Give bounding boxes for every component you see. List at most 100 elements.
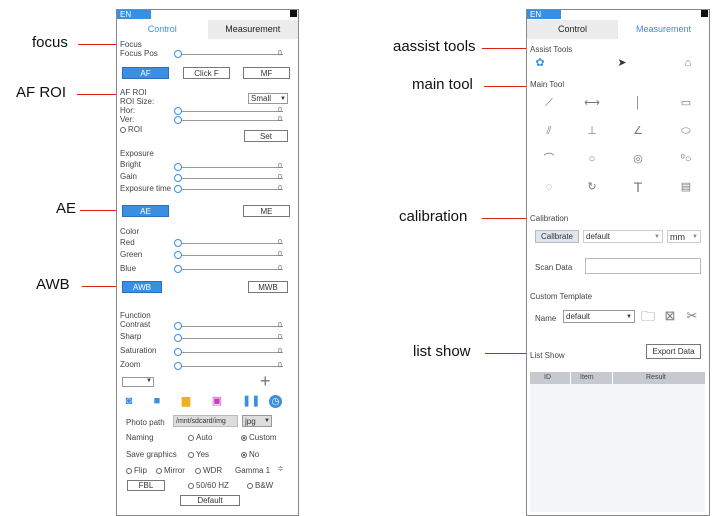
unit-select[interactable]: mm ▼	[667, 230, 701, 243]
mwb-button[interactable]: MWB	[248, 281, 288, 293]
af-button[interactable]: AF	[122, 67, 169, 79]
save-graphics-yes-circle[interactable]	[188, 451, 194, 458]
wdr-radio[interactable]: WDR	[195, 466, 222, 475]
roi-ver-knob[interactable]	[174, 116, 182, 124]
close-icon[interactable]	[290, 10, 297, 17]
gallery-icon[interactable]: ▣	[211, 396, 223, 407]
awb-button[interactable]: AWB	[122, 281, 162, 293]
calibration-select[interactable]: default ▼	[583, 230, 663, 243]
folder-add-icon[interactable]: 🗀	[639, 309, 657, 323]
parallel-icon[interactable]: ⫽	[540, 124, 558, 138]
three-point-icon[interactable]: ◌	[540, 180, 558, 194]
roi-hor-slider[interactable]	[177, 111, 283, 112]
tab-control[interactable]: Control	[117, 20, 208, 39]
sharp-slider[interactable]	[177, 338, 283, 339]
contrast-knob[interactable]	[174, 322, 182, 330]
line-icon[interactable]: ⟋	[540, 96, 558, 110]
polygon-icon[interactable]: ⬭	[677, 124, 695, 138]
save-graphics-yes-radio[interactable]: Yes	[188, 450, 209, 459]
video-icon[interactable]: ■	[151, 396, 163, 407]
flip-radio[interactable]: Flip	[126, 466, 147, 475]
naming-custom-circle[interactable]	[241, 434, 247, 441]
zoom-knob[interactable]	[174, 362, 182, 370]
vline-icon[interactable]: │	[629, 96, 647, 110]
roi-hor-knob[interactable]	[174, 107, 182, 115]
col-item[interactable]: Item	[580, 374, 594, 381]
red-knob[interactable]	[174, 239, 182, 247]
flip-circle[interactable]	[126, 467, 132, 474]
gamma-stepper[interactable]: ≑	[277, 464, 284, 473]
file-delete-icon[interactable]: ⊠	[661, 309, 679, 323]
gain-knob[interactable]	[174, 174, 182, 182]
rect-icon[interactable]: ▭	[677, 96, 695, 110]
roi-size-select[interactable]: Small ▼	[248, 93, 288, 104]
calibrate-button[interactable]: Callbrate	[535, 230, 579, 243]
click-focus-button[interactable]: Click F	[183, 67, 230, 79]
naming-auto-radio[interactable]: Auto	[188, 433, 212, 442]
perpendicular-icon[interactable]: ⊥	[583, 124, 601, 138]
saturation-slider[interactable]	[177, 352, 283, 353]
default-button[interactable]: Default	[180, 495, 240, 506]
bw-radio[interactable]: B&W	[247, 481, 273, 490]
contrast-slider[interactable]	[177, 326, 283, 327]
mirror-radio[interactable]: Mirror	[156, 466, 185, 475]
tools-icon[interactable]: ✂	[683, 309, 701, 323]
export-data-button[interactable]: Export Data	[646, 344, 701, 359]
hz-radio[interactable]: 50/60 HZ	[188, 481, 229, 490]
hline-icon[interactable]: ⟷	[583, 96, 601, 110]
sharp-knob[interactable]	[174, 334, 182, 342]
focus-pos-slider[interactable]	[177, 54, 283, 55]
red-slider[interactable]	[177, 243, 283, 244]
col-result[interactable]: Result	[646, 374, 666, 381]
text-icon[interactable]: T	[629, 180, 647, 194]
camera-icon[interactable]: ◙	[123, 396, 135, 407]
bright-slider[interactable]	[177, 167, 283, 168]
saturation-knob[interactable]	[174, 348, 182, 356]
naming-custom-radio[interactable]: Custom	[241, 433, 277, 442]
photo-path-input[interactable]: /mnt/sdcard/img	[173, 415, 238, 427]
save-graphics-no-circle[interactable]	[241, 451, 247, 458]
pointer-icon[interactable]: ➤	[613, 56, 631, 70]
green-knob[interactable]	[174, 251, 182, 259]
mirror-circle[interactable]	[156, 467, 162, 474]
clock-icon[interactable]: ◷	[269, 395, 282, 408]
eraser-icon[interactable]: ⌂	[679, 56, 697, 70]
pause-icon[interactable]: ❚❚	[242, 396, 260, 407]
fbl-button[interactable]: FBL	[127, 480, 165, 491]
focus-pos-knob[interactable]	[174, 50, 182, 58]
close-icon[interactable]	[701, 10, 708, 17]
roi-radio-circle[interactable]	[120, 126, 126, 133]
col-id[interactable]: ID	[544, 374, 551, 381]
wdr-circle[interactable]	[195, 467, 201, 474]
palette-icon[interactable]: ✿	[531, 56, 549, 70]
angle-icon[interactable]: ∠	[629, 124, 647, 138]
scan-data-input[interactable]	[585, 258, 701, 274]
zoom-slider[interactable]	[177, 366, 283, 367]
mf-button[interactable]: MF	[243, 67, 290, 79]
crosshair-icon[interactable]: +	[260, 372, 271, 390]
language-button[interactable]: EN	[117, 10, 151, 19]
ruler-icon[interactable]: ▤	[677, 180, 695, 194]
exposure-time-slider[interactable]	[177, 189, 283, 190]
me-button[interactable]: ME	[243, 205, 290, 217]
roi-ver-slider[interactable]	[177, 120, 283, 121]
template-name-select[interactable]: default ▼	[563, 310, 635, 323]
folder-icon[interactable]: ▆	[180, 396, 192, 407]
function-select[interactable]: ▼	[122, 377, 154, 387]
blue-knob[interactable]	[174, 265, 182, 273]
photo-format-select[interactable]: jpg ▼	[242, 415, 272, 427]
exposure-time-knob[interactable]	[174, 185, 182, 193]
roi-radio[interactable]: ROI	[120, 125, 142, 134]
tab-measurement[interactable]: Measurement	[618, 20, 709, 39]
concentric-icon[interactable]: ◎	[629, 152, 647, 166]
save-graphics-no-radio[interactable]: No	[241, 450, 259, 459]
hz-circle[interactable]	[188, 482, 194, 489]
gain-slider[interactable]	[177, 178, 283, 179]
bright-knob[interactable]	[174, 163, 182, 171]
tab-measurement[interactable]: Measurement	[207, 20, 298, 39]
roi-set-button[interactable]: Set	[244, 130, 288, 142]
point-circle-icon[interactable]: ⁰○	[677, 152, 695, 166]
ae-button[interactable]: AE	[122, 205, 169, 217]
blue-slider[interactable]	[177, 269, 283, 270]
green-slider[interactable]	[177, 255, 283, 256]
